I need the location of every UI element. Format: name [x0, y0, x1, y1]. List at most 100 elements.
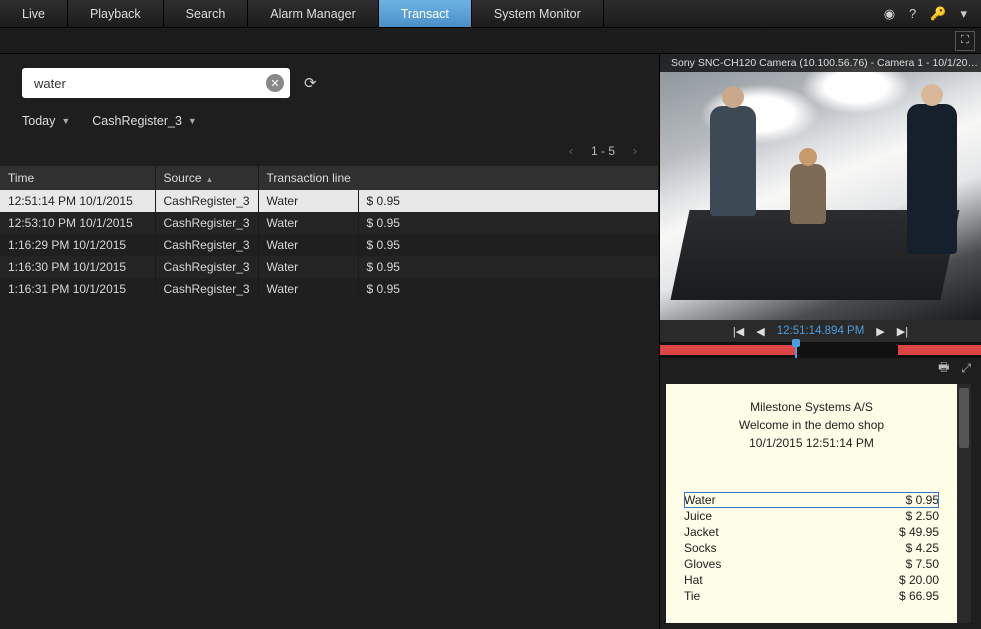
- camera-view[interactable]: Sony SNC-CH120 Camera (10.100.56.76) - C…: [660, 54, 981, 320]
- table-row[interactable]: 1:16:29 PM 10/1/2015CashRegister_3Water$…: [0, 234, 659, 256]
- table-row[interactable]: 12:51:14 PM 10/1/2015CashRegister_3Water…: [0, 190, 659, 212]
- table-row[interactable]: 1:16:30 PM 10/1/2015CashRegister_3Water$…: [0, 256, 659, 278]
- playback-time: 12:51:14.894 PM: [777, 325, 865, 337]
- receipt-item-price: $ 7.50: [906, 557, 939, 571]
- cell-time: 1:16:31 PM 10/1/2015: [0, 278, 155, 300]
- clear-search-icon[interactable]: ✕: [266, 74, 284, 92]
- col-source-header[interactable]: Source▲: [155, 166, 258, 190]
- tab-search[interactable]: Search: [164, 0, 249, 27]
- cell-amount: $ 0.95: [358, 190, 658, 212]
- receipt-line[interactable]: Gloves $ 7.50: [684, 556, 939, 572]
- tab-system-monitor[interactable]: System Monitor: [472, 0, 604, 27]
- table-row[interactable]: 12:53:10 PM 10/1/2015CashRegister_3Water…: [0, 212, 659, 234]
- receipt-item-name: Juice: [684, 509, 712, 523]
- receipt-header-company: Milestone Systems A/S: [684, 398, 939, 416]
- cell-time: 1:16:30 PM 10/1/2015: [0, 256, 155, 278]
- timeline-cursor[interactable]: [795, 342, 797, 358]
- cell-source: CashRegister_3: [155, 256, 258, 278]
- chevron-down-icon: ▼: [188, 116, 197, 126]
- cell-time: 1:16:29 PM 10/1/2015: [0, 234, 155, 256]
- pager-prev-icon[interactable]: ‹: [569, 144, 573, 158]
- receipt-item-price: $ 2.50: [906, 509, 939, 523]
- expand-icon[interactable]: ⤢: [961, 361, 971, 376]
- transactions-panel: ✕ ⟳ Today ▼ CashRegister_3 ▼ ‹ 1 - 5 › T…: [0, 54, 659, 629]
- timeline[interactable]: [660, 342, 981, 358]
- search-box: ✕: [22, 68, 290, 98]
- timeline-segment: [898, 345, 981, 355]
- sort-asc-icon: ▲: [206, 175, 214, 184]
- sub-toolbar: ⛶: [0, 28, 981, 54]
- play-reverse-icon[interactable]: ◀: [756, 325, 764, 338]
- eye-icon[interactable]: ◉: [884, 6, 895, 22]
- timeline-segment: [660, 345, 795, 355]
- help-icon[interactable]: ?: [909, 6, 916, 21]
- tab-live[interactable]: Live: [0, 0, 68, 27]
- camera-image: [660, 54, 981, 320]
- receipt-item-name: Jacket: [684, 525, 719, 539]
- source-filter-dropdown[interactable]: CashRegister_3 ▼: [92, 114, 197, 128]
- receipt-header-welcome: Welcome in the demo shop: [684, 416, 939, 434]
- pager: ‹ 1 - 5 ›: [0, 144, 659, 166]
- cell-amount: $ 0.95: [358, 212, 658, 234]
- cell-amount: $ 0.95: [358, 278, 658, 300]
- receipt-toolbar: 🖶 ⤢: [660, 358, 981, 378]
- main-tabbar: Live Playback Search Alarm Manager Trans…: [0, 0, 981, 28]
- receipt-item-name: Water: [684, 493, 716, 507]
- cell-source: CashRegister_3: [155, 234, 258, 256]
- cell-item: Water: [258, 256, 358, 278]
- cell-item: Water: [258, 190, 358, 212]
- cell-source: CashRegister_3: [155, 190, 258, 212]
- tab-playback[interactable]: Playback: [68, 0, 164, 27]
- receipt-line[interactable]: Tie $ 66.95: [684, 588, 939, 604]
- tab-alarm-manager[interactable]: Alarm Manager: [248, 0, 378, 27]
- key-icon[interactable]: 🔑: [930, 6, 946, 22]
- menu-dropdown-icon[interactable]: ▾: [960, 6, 967, 22]
- search-input[interactable]: [32, 75, 260, 92]
- chevron-down-icon: ▼: [61, 116, 70, 126]
- pager-next-icon[interactable]: ›: [633, 144, 637, 158]
- print-icon[interactable]: 🖶: [938, 358, 949, 379]
- receipt-line[interactable]: Hat $ 20.00: [684, 572, 939, 588]
- receipt-item-name: Tie: [684, 589, 700, 603]
- camera-title-bar: Sony SNC-CH120 Camera (10.100.56.76) - C…: [660, 54, 981, 72]
- cell-time: 12:51:14 PM 10/1/2015: [0, 190, 155, 212]
- receipt-item-name: Gloves: [684, 557, 721, 571]
- cell-amount: $ 0.95: [358, 256, 658, 278]
- cell-amount: $ 0.95: [358, 234, 658, 256]
- table-row[interactable]: 1:16:31 PM 10/1/2015CashRegister_3Water$…: [0, 278, 659, 300]
- receipt-line[interactable]: Water $ 0.95: [684, 492, 939, 508]
- receipt-item-price: $ 20.00: [899, 573, 939, 587]
- col-time-header[interactable]: Time: [0, 166, 155, 190]
- receipt-scrollbar[interactable]: [957, 384, 971, 623]
- tab-transact[interactable]: Transact: [379, 0, 472, 27]
- detail-panel: Sony SNC-CH120 Camera (10.100.56.76) - C…: [659, 54, 981, 629]
- receipt-line[interactable]: Socks $ 4.25: [684, 540, 939, 556]
- receipt-line[interactable]: Jacket $ 49.95: [684, 524, 939, 540]
- cell-source: CashRegister_3: [155, 278, 258, 300]
- play-forward-icon[interactable]: ▶: [876, 325, 884, 338]
- receipt-item-name: Socks: [684, 541, 717, 555]
- scrollbar-thumb[interactable]: [959, 388, 969, 448]
- receipt-header-timestamp: 10/1/2015 12:51:14 PM: [684, 434, 939, 452]
- cell-item: Water: [258, 278, 358, 300]
- date-filter-dropdown[interactable]: Today ▼: [22, 114, 70, 128]
- playback-controls: |◀ ◀ 12:51:14.894 PM ▶ ▶|: [660, 320, 981, 342]
- maximize-button[interactable]: ⛶: [955, 31, 975, 51]
- receipt-item-price: $ 4.25: [906, 541, 939, 555]
- date-filter-label: Today: [22, 114, 55, 128]
- receipt-line[interactable]: Juice $ 2.50: [684, 508, 939, 524]
- cell-time: 12:53:10 PM 10/1/2015: [0, 212, 155, 234]
- receipt-item-price: $ 66.95: [899, 589, 939, 603]
- pager-range: 1 - 5: [591, 144, 615, 158]
- receipt-view: Milestone Systems A/S Welcome in the dem…: [666, 384, 957, 623]
- refresh-icon[interactable]: ⟳: [304, 74, 317, 92]
- col-line-header[interactable]: Transaction line: [258, 166, 658, 190]
- skip-back-icon[interactable]: |◀: [733, 325, 744, 338]
- source-filter-label: CashRegister_3: [92, 114, 182, 128]
- camera-title: Sony SNC-CH120 Camera (10.100.56.76) - C…: [671, 57, 978, 69]
- receipt-item-name: Hat: [684, 573, 703, 587]
- receipt-item-price: $ 0.95: [906, 493, 939, 507]
- skip-forward-icon[interactable]: ▶|: [897, 325, 908, 338]
- receipt-item-price: $ 49.95: [899, 525, 939, 539]
- cell-source: CashRegister_3: [155, 212, 258, 234]
